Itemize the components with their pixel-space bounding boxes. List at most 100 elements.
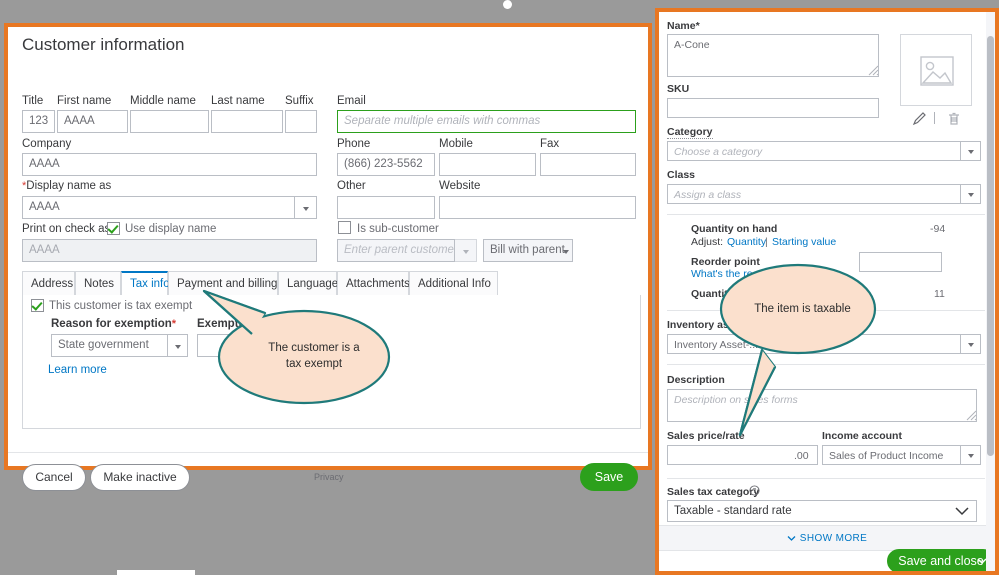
tab-notes[interactable]: Notes [75, 271, 121, 296]
sales-price-input[interactable] [667, 445, 797, 465]
category-dropdown-button[interactable] [961, 141, 981, 161]
reason-for-exemption-dropdown-button[interactable] [168, 334, 188, 357]
required-asterisk: * [172, 318, 176, 330]
inventory-asset-dropdown-button[interactable] [961, 334, 981, 354]
sku-label: SKU [667, 83, 689, 95]
tax-info-panel [22, 295, 641, 429]
sku-input[interactable] [667, 98, 879, 118]
other-input[interactable] [337, 196, 435, 219]
item-image-tools [900, 110, 972, 128]
save-and-close-label: Save and close [898, 554, 983, 568]
company-input[interactable]: AAAA [22, 153, 317, 176]
middle-name-input[interactable] [130, 110, 209, 133]
parent-customer-input: Enter parent customer [337, 239, 455, 262]
tab-address[interactable]: Address [22, 271, 75, 296]
item-image-placeholder[interactable] [900, 34, 972, 106]
title-input[interactable]: 123 [22, 110, 55, 133]
taskbar-strip [117, 570, 195, 575]
chevron-down-icon [968, 150, 974, 154]
make-inactive-button[interactable]: Make inactive [90, 464, 190, 491]
bill-with-parent-dropdown-button[interactable] [559, 239, 573, 262]
suffix-input[interactable] [285, 110, 317, 133]
sales-price-decimal-suffix: .00 [788, 445, 818, 465]
save-button[interactable]: Save [580, 463, 638, 491]
category-label: Category [667, 126, 713, 139]
item-panel-scrollbar-track[interactable] [986, 12, 995, 571]
privacy-link[interactable]: Privacy [314, 472, 344, 482]
income-account-label: Income account [822, 430, 902, 442]
reason-for-exemption-select[interactable]: State government [51, 334, 168, 357]
parent-customer-dropdown-button [455, 239, 477, 262]
description-input[interactable]: Description on sales forms [667, 389, 977, 422]
display-name-dropdown-button[interactable] [295, 196, 317, 219]
tab-language[interactable]: Language [278, 271, 337, 296]
adjust-quantity-link[interactable]: Quantity [727, 236, 766, 248]
svg-text:?: ? [753, 488, 757, 495]
tab-additional-info[interactable]: Additional Info [409, 271, 498, 296]
website-label: Website [439, 180, 480, 192]
tab-payment-and-billing[interactable]: Payment and billing [168, 271, 278, 296]
phone-input[interactable]: (866) 223-5562 [337, 153, 435, 176]
inventory-asset-label: Inventory asset account [667, 319, 787, 331]
learn-more-link[interactable]: Learn more [48, 364, 107, 376]
mobile-input[interactable] [439, 153, 536, 176]
company-label: Company [22, 138, 71, 150]
chevron-down-icon [175, 345, 181, 349]
adjust-separator: | [765, 236, 768, 248]
reason-for-exemption-label: Reason for exemption* [51, 318, 176, 330]
reorder-point-help-link[interactable]: What's the reorder point? [691, 268, 809, 280]
use-display-name-checkbox[interactable] [107, 222, 120, 235]
reorder-point-label: Reorder point [691, 256, 760, 268]
income-account-select[interactable]: Sales of Product Income [822, 445, 961, 465]
question-circle-icon[interactable]: ? [749, 485, 760, 496]
window-indicator-dot [503, 0, 512, 9]
fax-label: Fax [540, 138, 559, 150]
show-more-bar: SHOW MORE [659, 525, 995, 551]
section-divider-2 [667, 310, 985, 311]
mobile-label: Mobile [439, 138, 473, 150]
email-input[interactable]: Separate multiple emails with commas [337, 110, 636, 133]
income-account-dropdown-button[interactable] [961, 445, 981, 465]
reorder-point-input[interactable] [859, 252, 942, 272]
adjust-starting-value-link[interactable]: Starting value [772, 236, 836, 248]
image-icon [920, 56, 954, 86]
description-resize-handle[interactable] [965, 409, 977, 421]
category-select[interactable]: Choose a category [667, 141, 961, 161]
textarea-resize-handle[interactable] [867, 64, 879, 76]
customer-tabs: Address Notes Tax info Payment and billi… [22, 271, 641, 296]
class-dropdown-button[interactable] [961, 184, 981, 204]
middle-name-label: Middle name [130, 95, 196, 107]
display-name-label: *Display name as [22, 180, 111, 192]
sales-tax-category-select[interactable]: Taxable - standard rate [667, 500, 977, 522]
quantity-on-po-value: 11 [934, 288, 945, 300]
trash-icon[interactable] [946, 111, 962, 127]
chevron-down-icon[interactable] [955, 506, 969, 516]
print-on-check-label: Print on check as [22, 223, 110, 235]
tab-tax-info[interactable]: Tax info [121, 271, 168, 296]
item-name-input[interactable]: A-Cone [667, 34, 879, 77]
pencil-icon[interactable] [912, 111, 928, 127]
section-divider-4 [667, 478, 985, 479]
other-label: Other [337, 180, 366, 192]
website-input[interactable] [439, 196, 636, 219]
class-label: Class [667, 169, 695, 181]
quantity-on-hand-label: Quantity on hand [691, 223, 777, 235]
print-on-check-input: AAAA [22, 239, 317, 262]
is-sub-customer-checkbox[interactable] [338, 221, 351, 234]
class-select[interactable]: Assign a class [667, 184, 961, 204]
tools-divider [934, 112, 935, 124]
tab-attachments[interactable]: Attachments [337, 271, 409, 296]
fax-input[interactable] [540, 153, 636, 176]
item-panel-scrollbar-thumb[interactable] [987, 36, 994, 456]
tax-exempt-checkbox[interactable] [31, 299, 44, 312]
section-divider-1 [667, 214, 985, 215]
display-name-input[interactable]: AAAA [22, 196, 295, 219]
inventory-asset-select[interactable]: Inventory Asset-... [667, 334, 961, 354]
last-name-input[interactable] [211, 110, 283, 133]
cancel-button[interactable]: Cancel [22, 464, 86, 491]
chevron-down-icon [968, 343, 974, 347]
sales-tax-category-label: Sales tax category [667, 486, 759, 498]
footer-divider [8, 452, 648, 453]
exemption-details-input[interactable] [197, 334, 327, 357]
first-name-input[interactable]: AAAA [57, 110, 128, 133]
